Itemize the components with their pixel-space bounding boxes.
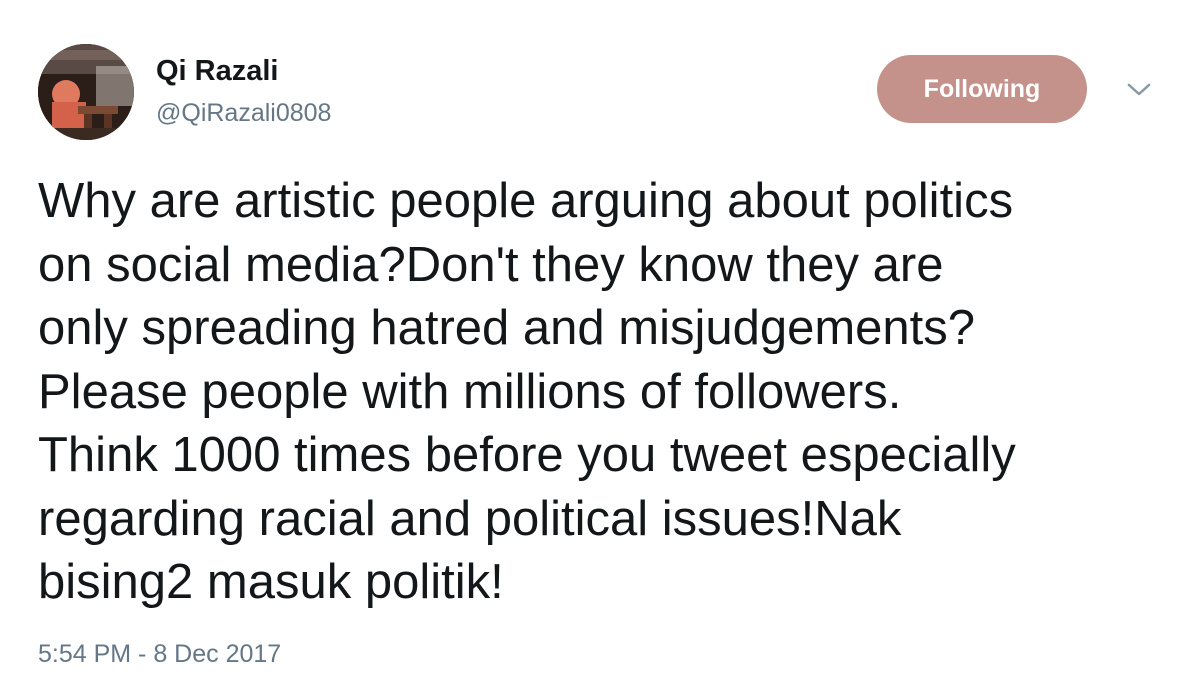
avatar-photo [38,44,134,140]
tweet-text: Why are artistic people arguing about po… [38,170,1178,615]
tweet-text-line: on social media?Don't they know they are [38,237,944,292]
tweet-text-line: Why are artistic people arguing about po… [38,174,1014,228]
following-button[interactable]: Following [877,55,1087,123]
tweet-text-line: regarding racial and political issues!Na… [38,491,902,546]
avatar[interactable] [38,44,134,140]
tweet-card: Qi Razali @QiRazali0808 Following Why ar… [0,0,1200,694]
author-handle[interactable]: @QiRazali0808 [156,99,331,128]
tweet-text-line: Think 1000 times before you tweet especi… [38,428,1016,482]
tweet-text-line: only spreading hatred and misjudgements? [38,301,976,355]
tweet-timestamp[interactable]: 5:54 PM - 8 Dec 2017 [38,640,281,669]
chevron-down-icon[interactable] [1124,78,1154,100]
tweet-text-line: bising2 masuk politik! [38,555,504,609]
tweet-text-line: Please people with millions of followers… [38,364,902,419]
author-display-name[interactable]: Qi Razali [156,55,279,88]
